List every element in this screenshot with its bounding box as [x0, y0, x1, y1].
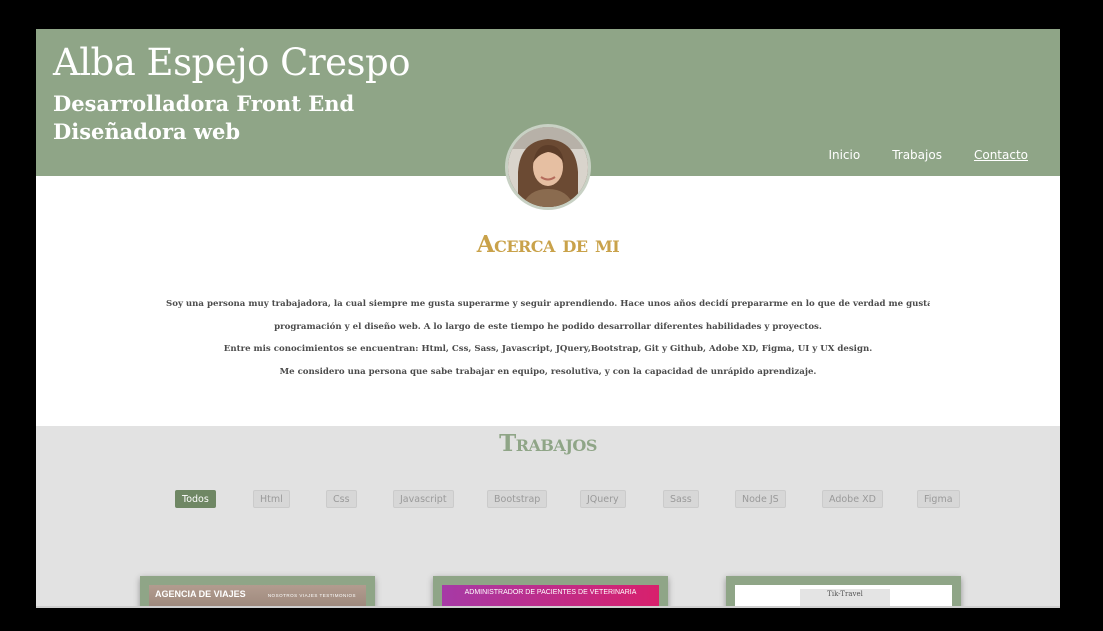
- work-filter-bar: Todos Html Css Javascript Bootstrap JQue…: [36, 490, 1060, 510]
- filter-jquery[interactable]: JQuery: [580, 490, 626, 508]
- browser-viewport: Alba Espejo Crespo Desarrolladora Front …: [36, 29, 1060, 608]
- filter-figma[interactable]: Figma: [917, 490, 960, 508]
- filter-adobe-xd[interactable]: Adobe XD: [822, 490, 883, 508]
- filter-bootstrap[interactable]: Bootstrap: [487, 490, 548, 508]
- main-nav: Inicio Trabajos Contacto: [828, 148, 1028, 162]
- about-section: Acerca de mi Soy una persona muy trabaja…: [36, 176, 1060, 426]
- about-paragraph: Me considero una persona que sabe trabaj…: [279, 366, 817, 377]
- project-thumb-title: AGENCIA DE VIAJES: [155, 589, 246, 599]
- about-paragraph: programación y el diseño web. A lo largo…: [274, 321, 822, 332]
- filter-sass[interactable]: Sass: [663, 490, 699, 508]
- about-paragraph: Soy una persona muy trabajadora, la cual…: [166, 299, 930, 309]
- filter-javascript[interactable]: Javascript: [393, 490, 454, 508]
- role-title-frontend: Desarrolladora Front End: [53, 91, 355, 116]
- about-title: Acerca de mi: [476, 231, 620, 258]
- project-card-vet[interactable]: ADMINISTRADOR DE PACIENTES DE VETERINARI…: [433, 576, 668, 608]
- nav-link-trabajos[interactable]: Trabajos: [892, 148, 942, 162]
- horizontal-scrollbar[interactable]: [36, 606, 1060, 608]
- project-card-travel[interactable]: AGENCIA DE VIAJES NOSOTROS VIAJES TESTIM…: [140, 576, 375, 608]
- role-title-designer: Diseñadora web: [53, 119, 241, 144]
- works-title: Trabajos: [499, 430, 597, 457]
- project-thumbnail: ADMINISTRADOR DE PACIENTES DE VETERINARI…: [442, 585, 659, 608]
- project-thumbnail: AGENCIA DE VIAJES NOSOTROS VIAJES TESTIM…: [149, 585, 366, 608]
- filter-todos[interactable]: Todos: [175, 490, 216, 508]
- filter-css[interactable]: Css: [326, 490, 357, 508]
- nav-link-inicio[interactable]: Inicio: [828, 148, 860, 162]
- project-thumb-title: ADMINISTRADOR DE PACIENTES DE VETERINARI…: [464, 589, 637, 596]
- project-thumb-nav: NOSOTROS VIAJES TESTIMONIOS: [267, 593, 356, 598]
- filter-nodejs[interactable]: Node JS: [735, 490, 786, 508]
- project-thumbnail: Tik-Travel: [735, 585, 952, 608]
- about-paragraph: Entre mis conocimientos se encuentran: H…: [223, 344, 873, 354]
- site-owner-name: Alba Espejo Crespo: [53, 41, 411, 84]
- about-text: Soy una persona muy trabajadora, la cual…: [166, 293, 930, 383]
- filter-html[interactable]: Html: [253, 490, 290, 508]
- nav-link-contacto[interactable]: Contacto: [974, 148, 1028, 162]
- profile-avatar: [505, 124, 591, 210]
- profile-photo-icon: [508, 127, 588, 207]
- project-card-tik-travel[interactable]: Tik-Travel: [726, 576, 961, 608]
- works-section: Trabajos Todos Html Css Javascript Boots…: [36, 426, 1060, 608]
- project-thumb-title: Tik-Travel: [800, 589, 890, 606]
